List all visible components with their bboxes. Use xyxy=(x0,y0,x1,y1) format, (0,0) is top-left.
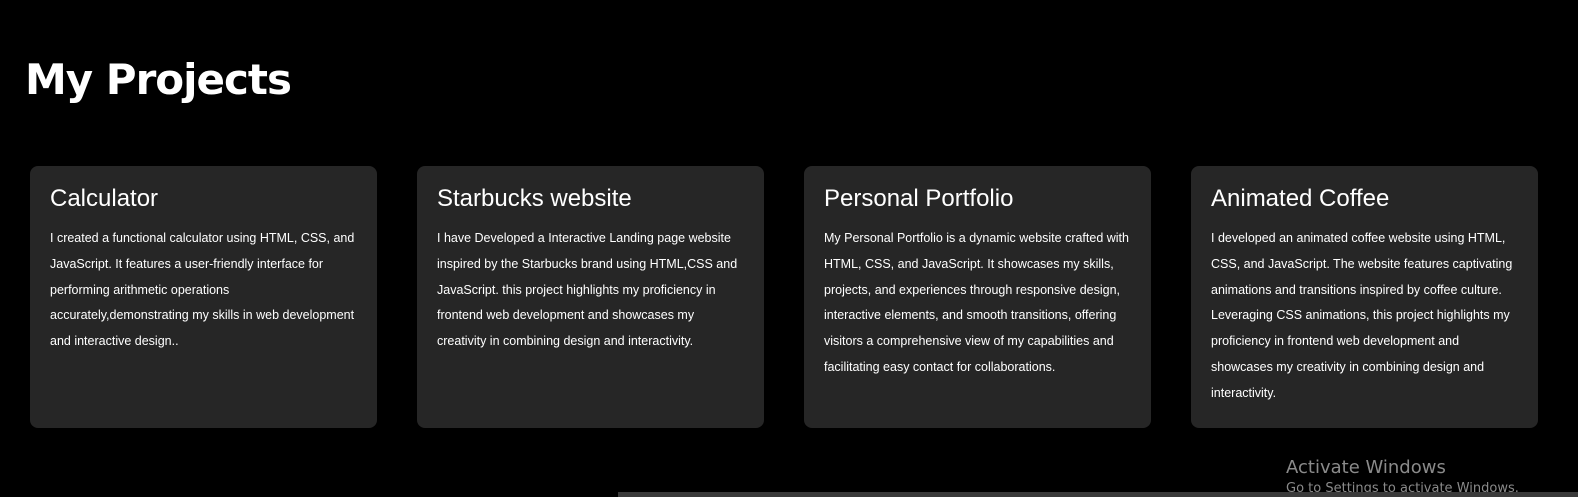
project-title: Animated Coffee xyxy=(1211,185,1390,212)
project-card-animated-coffee: Animated Coffee I developed an animated … xyxy=(1191,166,1538,428)
project-card-portfolio: Personal Portfolio My Personal Portfolio… xyxy=(804,166,1151,428)
project-description: I have Developed a Interactive Landing p… xyxy=(437,231,738,349)
project-title: Starbucks website xyxy=(437,185,632,212)
project-title: Calculator xyxy=(50,185,159,212)
section-title: My Projects xyxy=(25,55,292,104)
project-title: Personal Portfolio xyxy=(824,185,1014,212)
project-description: My Personal Portfolio is a dynamic websi… xyxy=(824,231,1129,374)
project-card-calculator: Calculator I created a functional calcul… xyxy=(30,166,377,428)
project-description: I developed an animated coffee website u… xyxy=(1211,231,1513,400)
activate-windows-watermark: Activate Windows Go to Settings to activ… xyxy=(1286,456,1519,497)
projects-grid: Calculator I created a functional calcul… xyxy=(30,166,1538,428)
watermark-title: Activate Windows xyxy=(1286,457,1446,478)
project-description: I created a functional calculator using … xyxy=(50,231,355,349)
project-card-starbucks: Starbucks website I have Developed a Int… xyxy=(417,166,764,428)
horizontal-scrollbar[interactable] xyxy=(618,492,1578,497)
